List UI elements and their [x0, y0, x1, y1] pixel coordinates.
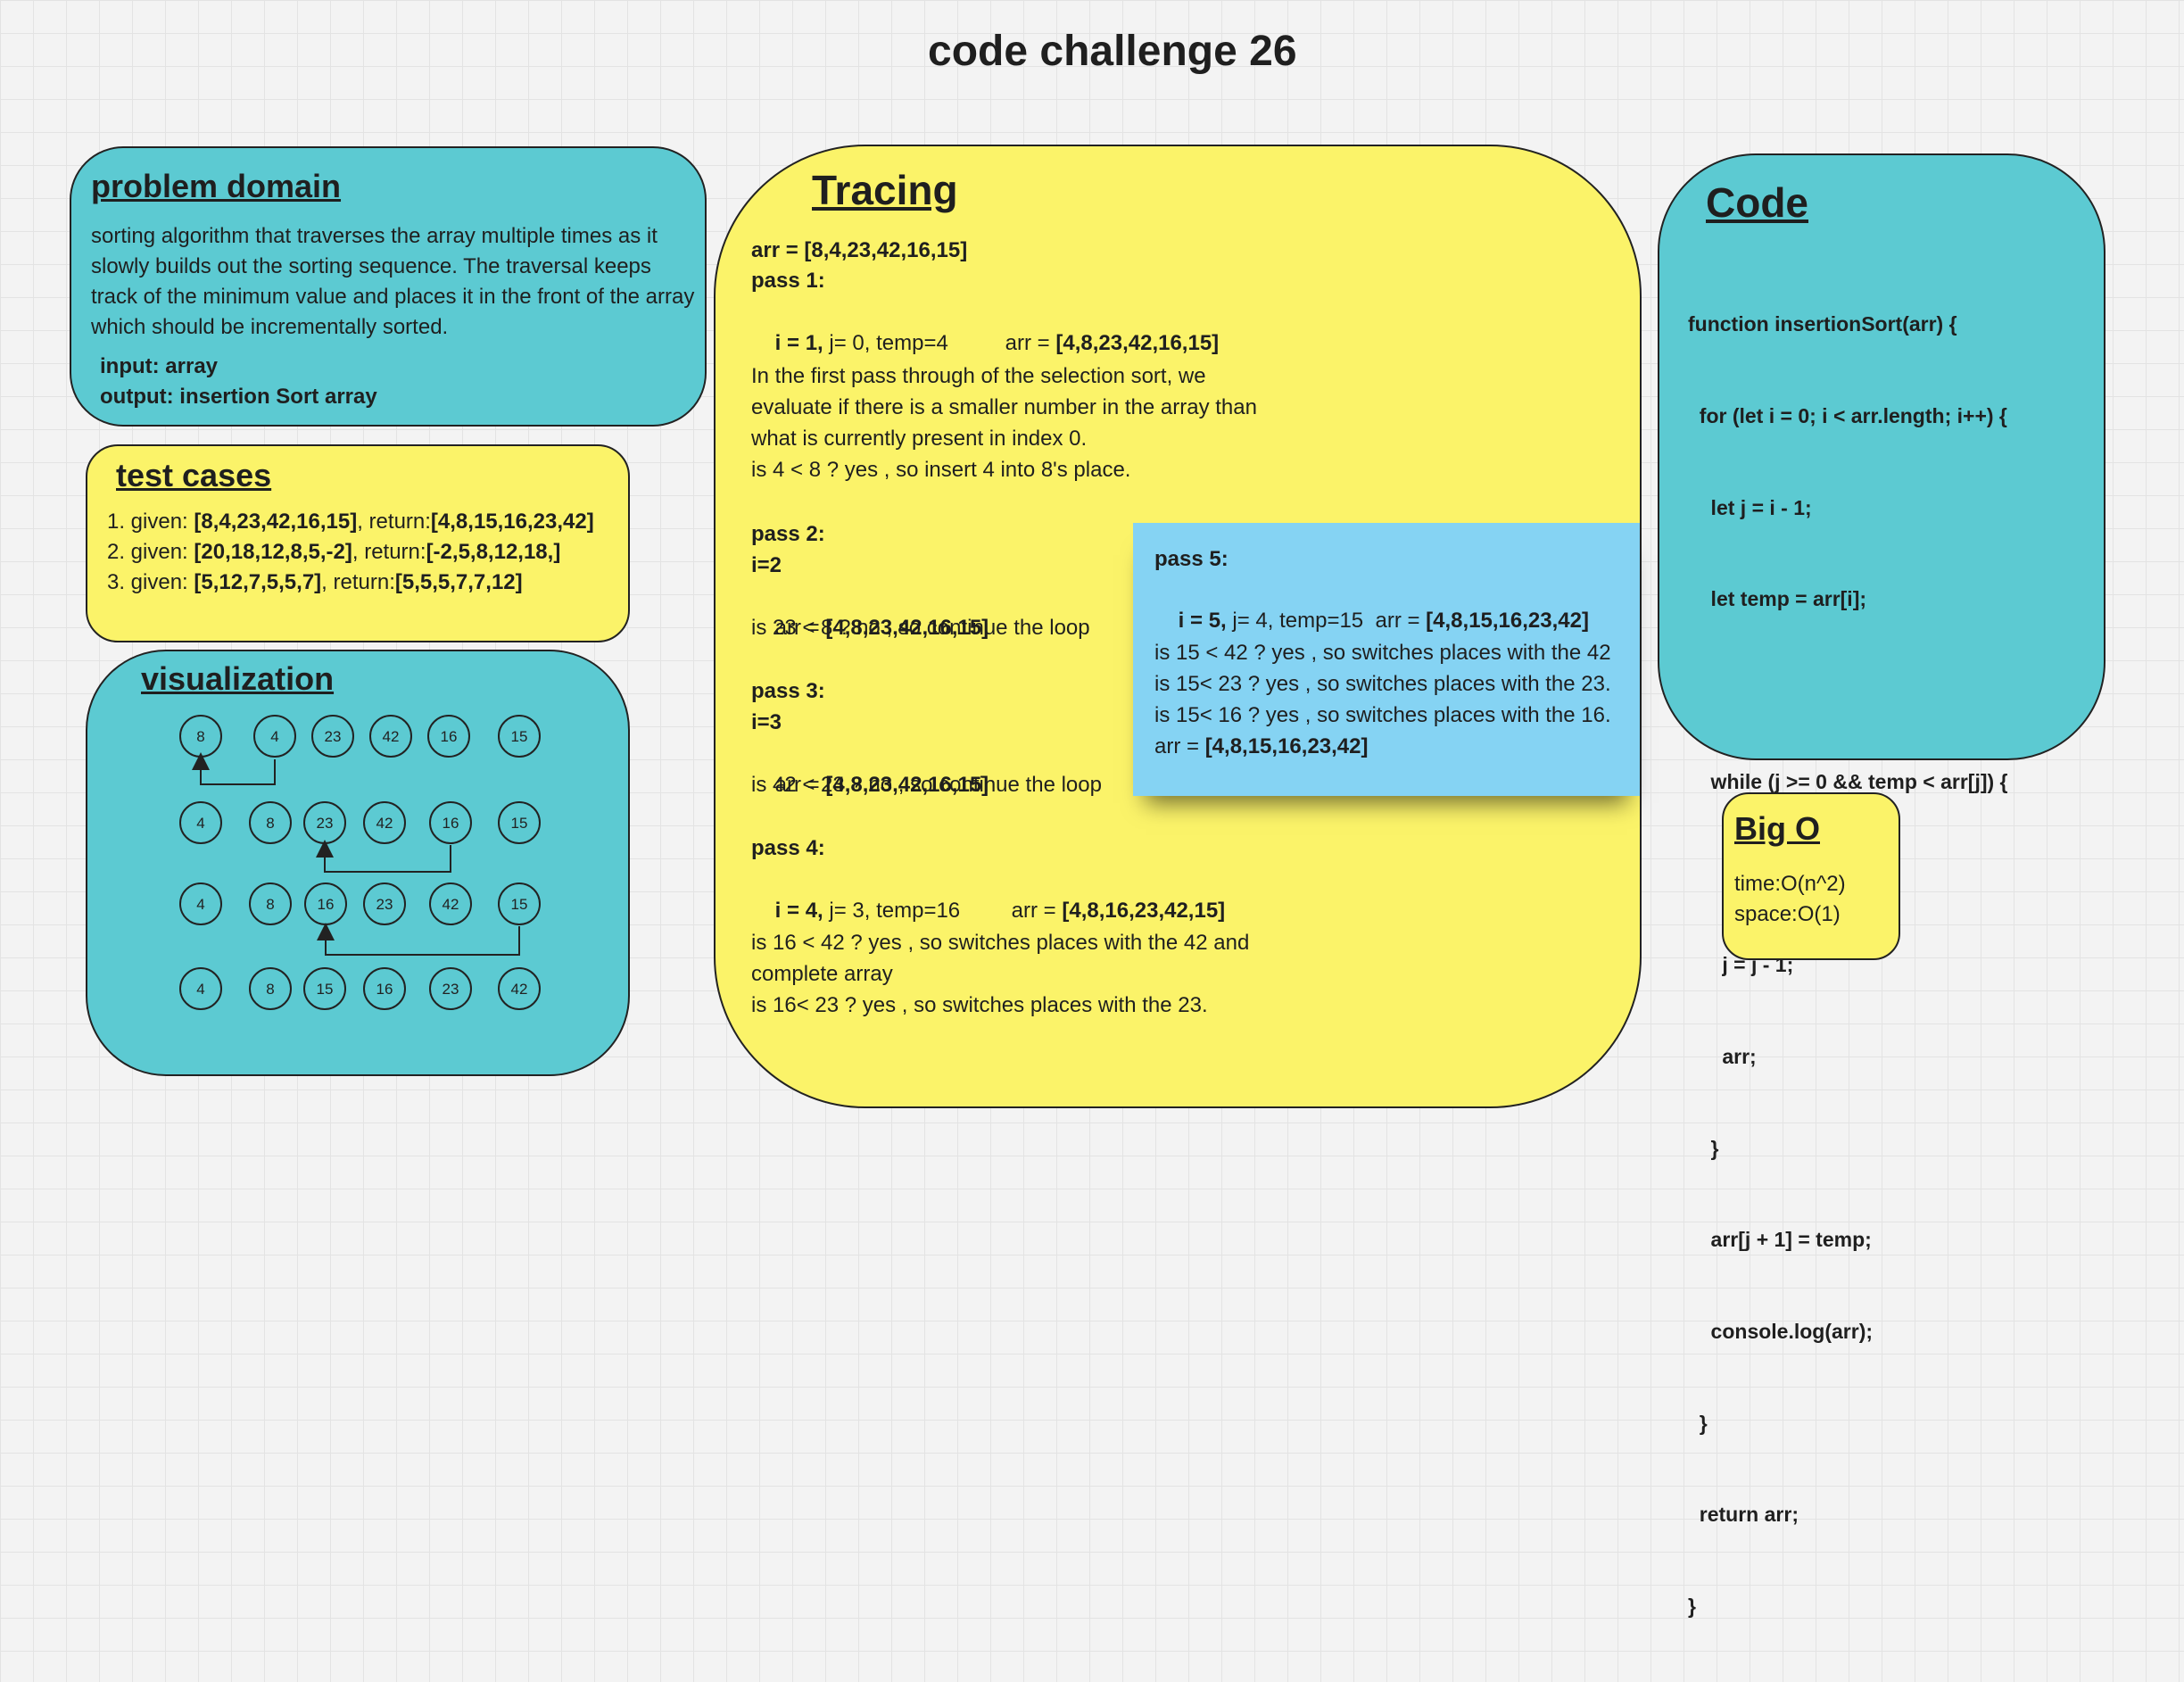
array-node-value: 4	[196, 981, 204, 998]
pass5-note[interactable]: pass 5: i = 5, j= 4, temp=15 arr = [4,8,…	[1133, 523, 1640, 796]
pass2-label: pass 2:	[751, 522, 825, 546]
code-block: function insertionSort(arr) { for (let i…	[1688, 248, 2008, 1682]
array-node-value: 16	[441, 728, 458, 745]
code-line: }	[1688, 1411, 1708, 1435]
code-line: for (let i = 0; i < arr.length; i++) {	[1688, 404, 2007, 428]
swap-arrow	[316, 840, 451, 873]
array-node-value: 8	[266, 896, 274, 913]
pass2-note: is 23 < 8 ? no , so continue the loop	[751, 616, 1090, 640]
code-line: let j = i - 1;	[1688, 495, 1812, 519]
pass1-label: pass 1:	[751, 269, 825, 293]
code-line: arr[j + 1] = temp;	[1688, 1228, 1872, 1252]
array-node-value: 4	[196, 815, 204, 832]
array-node-value: 23	[443, 981, 459, 998]
swap-arrow	[192, 752, 276, 785]
pass1-explanation: In the first pass through of the selecti…	[751, 364, 1257, 482]
array-node-value: 15	[317, 981, 334, 998]
array-node-value: 8	[196, 728, 204, 745]
big-o-space: space:O(1)	[1734, 902, 1841, 926]
array-node-value: 23	[317, 815, 334, 832]
array-node-value: 23	[325, 728, 342, 745]
pass3-label: pass 3:	[751, 679, 825, 703]
pass4-explanation: is 16 < 42 ? yes , so switches places wi…	[751, 931, 1250, 1017]
array-node-value: 8	[266, 981, 274, 998]
array-node-value: 15	[511, 815, 528, 832]
array-node-value: 4	[270, 728, 278, 745]
code-card[interactable]: Code function insertionSort(arr) { for (…	[1658, 153, 2105, 1618]
array-node-value: 42	[383, 728, 400, 745]
tracing-title: Tracing	[812, 167, 958, 213]
array-node-value: 15	[511, 728, 528, 745]
array-node-value: 16	[376, 981, 393, 998]
big-o-time: time:O(n^2)	[1734, 872, 1846, 896]
code-line: }	[1688, 1136, 1719, 1160]
swap-arrow	[317, 923, 520, 956]
array-node-value: 42	[443, 896, 459, 913]
array-node-value: 23	[376, 896, 393, 913]
tracing-initial-arr: arr = [8,4,23,42,16,15]	[751, 238, 968, 262]
code-title: Code	[1706, 179, 1808, 226]
pass3-i: i=3	[751, 710, 782, 734]
code-line: function insertionSort(arr) {	[1688, 312, 1957, 336]
code-line: return arr;	[1688, 1503, 1799, 1527]
array-node-value: 15	[511, 896, 528, 913]
pass2-i: i=2	[751, 553, 782, 577]
code-line: console.log(arr);	[1688, 1319, 1874, 1343]
code-line: let temp = arr[i];	[1688, 587, 1867, 611]
big-o-title: Big O	[1734, 810, 1820, 847]
pass5-explanation: is 15 < 42 ? yes , so switches places wi…	[1154, 641, 1611, 758]
code-line: }	[1688, 1594, 1696, 1618]
code-line: arr;	[1688, 1045, 1757, 1069]
big-o-card[interactable]: Big O time:O(n^2) space:O(1)	[1722, 792, 1900, 960]
array-node-value: 42	[376, 815, 393, 832]
array-node-value: 16	[443, 815, 459, 832]
pass4-label: pass 4:	[751, 836, 825, 860]
array-node-value: 42	[511, 981, 528, 998]
pass3-note: is 42 < 23 ? no , so continue the loop	[751, 773, 1102, 797]
array-node-value: 8	[266, 815, 274, 832]
array-node-value: 4	[196, 896, 204, 913]
array-node-value: 16	[318, 896, 335, 913]
pass5-label: pass 5:	[1154, 547, 1228, 571]
